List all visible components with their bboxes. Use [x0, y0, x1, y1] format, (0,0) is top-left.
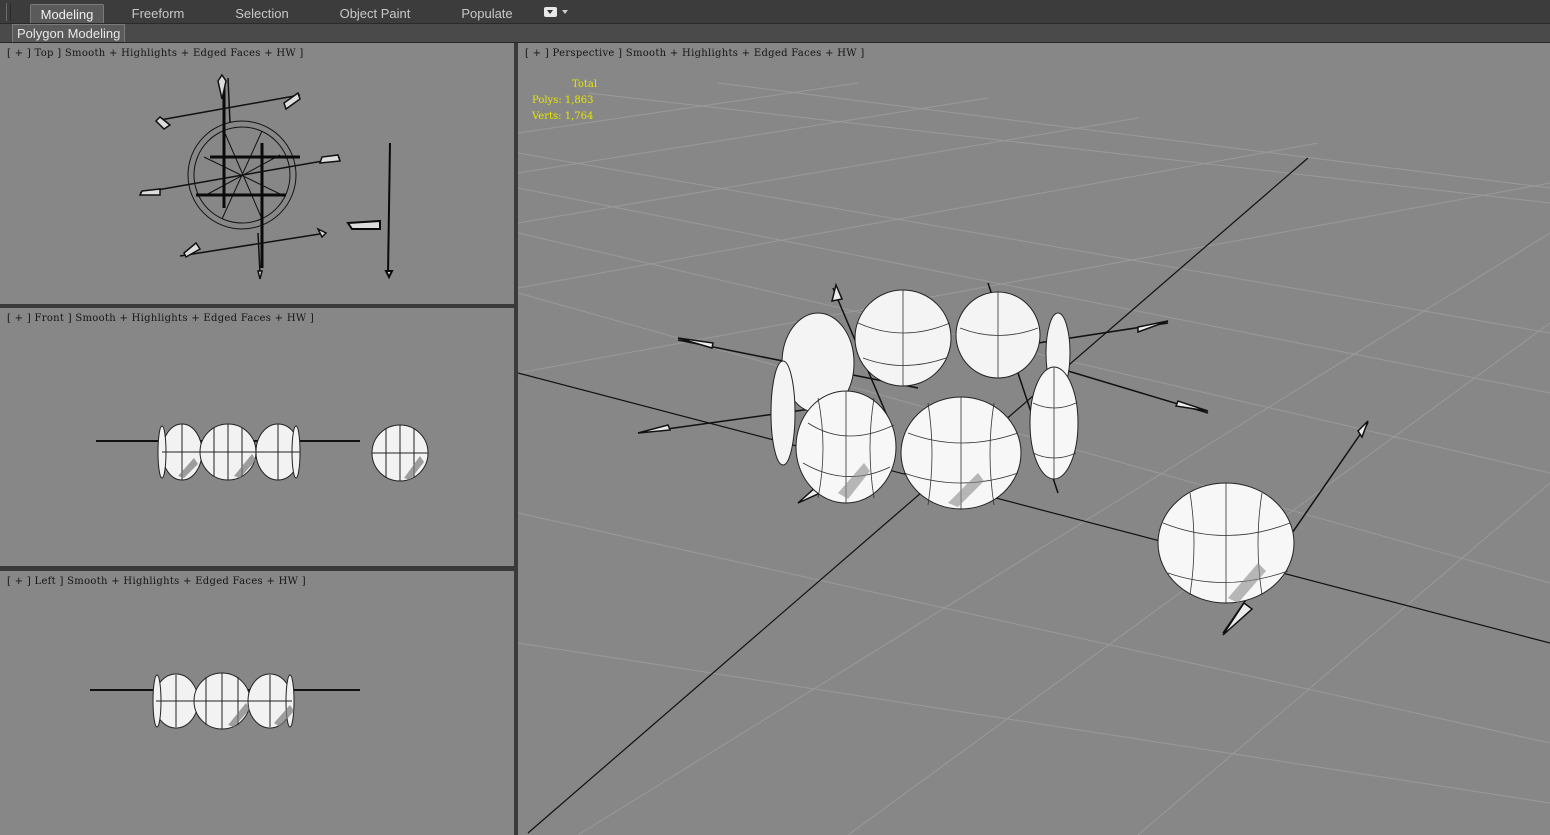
- viewport-front[interactable]: [ + ] Front ] Smooth + Highlights + Edge…: [0, 308, 514, 566]
- home-grid: [518, 82, 1550, 835]
- ribbon-tab-bar: Modeling Freeform Selection Object Paint…: [0, 0, 1550, 24]
- left-view-scene: [90, 672, 360, 730]
- chevron-down-icon[interactable]: [562, 10, 568, 14]
- toolbar-grip[interactable]: [6, 3, 11, 21]
- tab-freeform[interactable]: Freeform: [120, 4, 196, 23]
- tab-populate[interactable]: Populate: [452, 4, 522, 23]
- tab-modeling[interactable]: Modeling: [30, 4, 104, 23]
- perspective-scene: [518, 82, 1550, 835]
- ribbon-panel: Polygon Modeling: [0, 24, 1550, 43]
- viewport-top[interactable]: [ + ] Top ] Smooth + Highlights + Edged …: [0, 43, 514, 304]
- viewport-perspective[interactable]: [ + ] Perspective ] Smooth + Highlights …: [518, 43, 1550, 835]
- tab-selection[interactable]: Selection: [222, 4, 302, 23]
- front-view-scene: [96, 423, 429, 482]
- panel-polygon-modeling[interactable]: Polygon Modeling: [12, 24, 126, 42]
- tab-object-paint[interactable]: Object Paint: [330, 4, 420, 23]
- ribbon-options-icon[interactable]: [544, 7, 557, 17]
- viewport-left[interactable]: [ + ] Left ] Smooth + Highlights + Edged…: [0, 571, 514, 835]
- top-view-scene: [138, 73, 394, 280]
